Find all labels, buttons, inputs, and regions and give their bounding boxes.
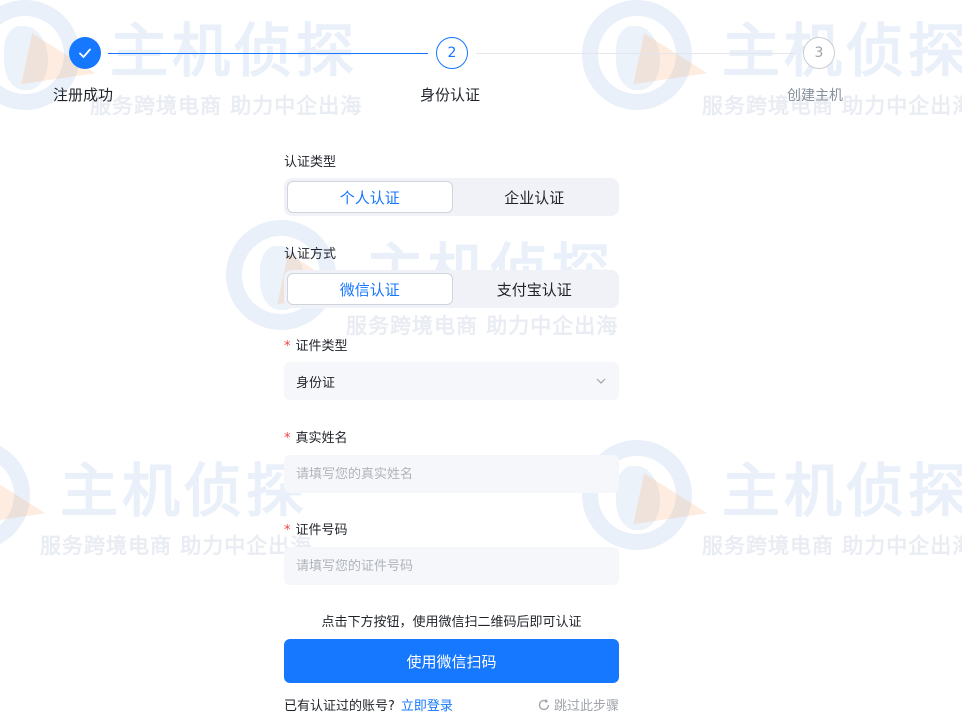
step-connector-todo bbox=[476, 53, 796, 54]
step-3-label: 创建主机 bbox=[787, 88, 843, 104]
id-number-input[interactable] bbox=[296, 558, 607, 574]
id-number-label-text: 证件号码 bbox=[295, 523, 348, 538]
id-type-label-text: 证件类型 bbox=[295, 339, 348, 354]
auth-method-label: 认证方式 bbox=[284, 247, 337, 262]
id-number-label: * 证件号码 bbox=[284, 519, 348, 538]
wechat-scan-button[interactable]: 使用微信扫码 bbox=[284, 639, 619, 683]
id-type-value: 身份证 bbox=[296, 375, 336, 391]
skip-step-link[interactable]: 跳过此步骤 bbox=[537, 695, 619, 714]
chevron-down-icon bbox=[596, 378, 606, 384]
auth-type-enterprise[interactable]: 企业认证 bbox=[453, 181, 617, 213]
watermark: 主机侦探服务跨境电商 助力中企出海 bbox=[582, 440, 962, 570]
auth-method-wechat[interactable]: 微信认证 bbox=[287, 273, 453, 305]
real-name-label-text: 真实姓名 bbox=[295, 431, 348, 446]
refresh-icon bbox=[538, 698, 550, 710]
scan-hint: 点击下方按钮，使用微信扫二维码后即可认证 bbox=[321, 615, 582, 630]
step-3-circle: 3 bbox=[803, 37, 835, 69]
auth-type-personal[interactable]: 个人认证 bbox=[287, 181, 453, 213]
have-account-text: 已有认证过的账号? bbox=[284, 699, 395, 714]
step-1-circle bbox=[69, 37, 101, 69]
step-connector-done bbox=[108, 53, 428, 54]
skip-step-label: 跳过此步骤 bbox=[553, 699, 619, 714]
required-mark: * bbox=[284, 523, 291, 538]
required-mark: * bbox=[284, 431, 291, 446]
check-icon bbox=[79, 48, 91, 58]
step-2-label: 身份认证 bbox=[420, 86, 481, 104]
auth-type-label: 认证类型 bbox=[284, 155, 337, 170]
id-number-field bbox=[284, 547, 619, 585]
id-type-select[interactable]: 身份证 bbox=[284, 362, 619, 400]
auth-method-segmented: 微信认证 支付宝认证 bbox=[284, 270, 619, 308]
progress-steps: 注册成功 2 身份认证 3 创建主机 bbox=[0, 0, 962, 110]
real-name-label: * 真实姓名 bbox=[284, 427, 348, 446]
real-name-input[interactable] bbox=[296, 466, 607, 482]
step-2-circle: 2 bbox=[436, 37, 468, 69]
id-type-label: * 证件类型 bbox=[284, 335, 348, 354]
step-1-label: 注册成功 bbox=[53, 86, 114, 104]
required-mark: * bbox=[284, 339, 291, 354]
auth-method-alipay[interactable]: 支付宝认证 bbox=[453, 273, 617, 305]
real-name-field bbox=[284, 455, 619, 493]
auth-type-segmented: 个人认证 企业认证 bbox=[284, 178, 619, 216]
footer-links: 已有认证过的账号? 立即登录 跳过此步骤 bbox=[284, 695, 619, 714]
login-link[interactable]: 立即登录 bbox=[401, 699, 453, 714]
